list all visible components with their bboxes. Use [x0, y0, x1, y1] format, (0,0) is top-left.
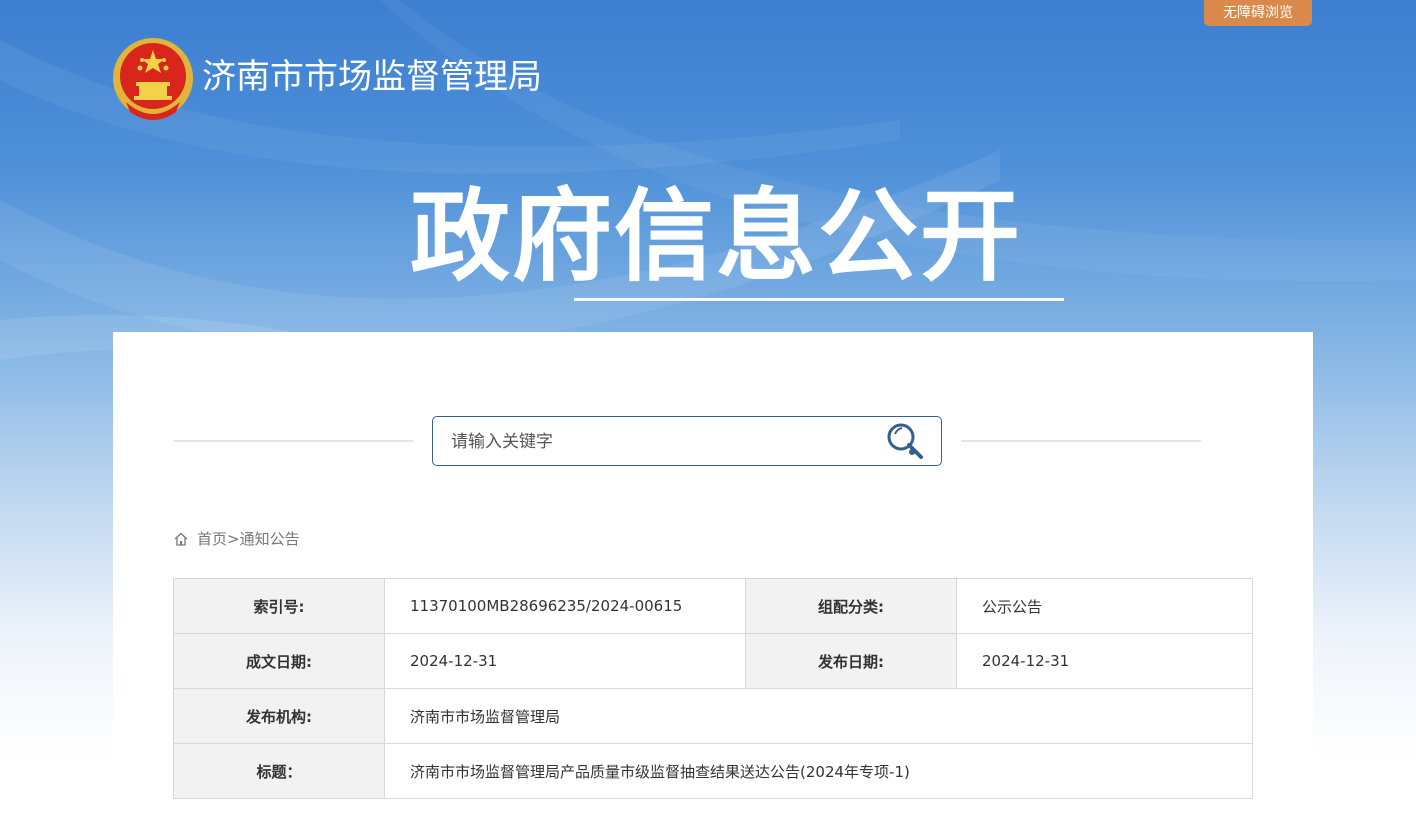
search-divider-left: [173, 440, 413, 442]
created-date-value: 2024-12-31: [384, 633, 746, 689]
published-date-label: 发布日期:: [745, 633, 957, 689]
hero-title: 政府信息公开: [410, 178, 1022, 295]
hero-underline: [574, 298, 1064, 301]
created-date-label: 成文日期:: [173, 633, 385, 689]
search-box: [432, 416, 942, 466]
content-panel: 首页 > 通知公告 索引号: 11370100MB28696235/2024-0…: [113, 332, 1313, 820]
title-label: 标题：: [173, 743, 385, 799]
category-value: 公示公告: [956, 578, 1253, 634]
breadcrumb-separator: >: [227, 529, 240, 548]
table-row: 发布机构: 济南市市场监督管理局: [173, 688, 1253, 744]
search-icon[interactable]: [885, 422, 927, 462]
national-emblem-logo: [113, 38, 193, 120]
search-divider-right: [961, 440, 1201, 442]
table-row: 索引号: 11370100MB28696235/2024-00615 组配分类:…: [173, 578, 1253, 634]
index-label: 索引号:: [173, 578, 385, 634]
table-row: 成文日期: 2024-12-31 发布日期: 2024-12-31: [173, 633, 1253, 689]
title-value: 济南市市场监督管理局产品质量市级监督抽查结果送达公告(2024年专项-1): [384, 743, 1253, 799]
document-info-table: 索引号: 11370100MB28696235/2024-00615 组配分类:…: [173, 578, 1253, 799]
breadcrumb: 首页 > 通知公告: [173, 528, 300, 549]
category-label: 组配分类:: [745, 578, 957, 634]
breadcrumb-home-link[interactable]: 首页: [197, 528, 227, 549]
organization-value: 济南市市场监督管理局: [384, 688, 1253, 744]
table-row: 标题： 济南市市场监督管理局产品质量市级监督抽查结果送达公告(2024年专项-1…: [173, 743, 1253, 799]
accessibility-button[interactable]: 无障碍浏览: [1204, 0, 1312, 26]
published-date-value: 2024-12-31: [956, 633, 1253, 689]
search-input[interactable]: [451, 429, 871, 455]
index-value: 11370100MB28696235/2024-00615: [384, 578, 746, 634]
site-title[interactable]: 济南市市场监督管理局: [202, 54, 542, 100]
breadcrumb-current-link[interactable]: 通知公告: [240, 528, 300, 549]
home-icon: [174, 532, 188, 546]
organization-label: 发布机构:: [173, 688, 385, 744]
